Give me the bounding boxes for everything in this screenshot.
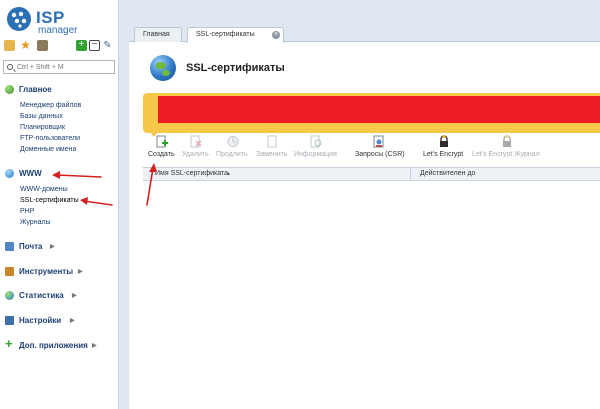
- renew-label: Продлить: [216, 151, 248, 158]
- csr-requests-button[interactable]: Запросы (CSR): [353, 133, 405, 163]
- sidebar-section-label: Доп. приложения: [19, 341, 88, 350]
- csr-icon: [373, 135, 384, 148]
- settings-icon: [5, 316, 14, 325]
- tab-label: Главная: [143, 31, 170, 38]
- logo[interactable]: ISP manager: [6, 6, 116, 36]
- pin-icon[interactable]: ✎: [102, 40, 113, 51]
- lock-log-icon: [503, 135, 511, 147]
- delete-button[interactable]: Удалить: [180, 133, 212, 163]
- lets-encrypt-log-button[interactable]: Let's Encrypt Журнал: [471, 133, 545, 163]
- renew-icon: [227, 136, 239, 147]
- sidebar-item-ssl-certificates[interactable]: SSL-сертификаты: [20, 197, 79, 204]
- search-input[interactable]: [17, 62, 112, 72]
- page-title: SSL-сертификаты: [186, 62, 285, 74]
- briefcase-icon[interactable]: [37, 40, 48, 51]
- mail-icon: [5, 242, 14, 251]
- info-label: Информация: [294, 151, 337, 158]
- notification-banner: [143, 93, 600, 137]
- column-header-valid-until[interactable]: Действителен до: [420, 170, 475, 177]
- sidebar-section-settings[interactable]: Настройки ▶: [4, 315, 94, 327]
- sidebar-section-label: Главное: [19, 85, 52, 94]
- tab-home[interactable]: Главная: [134, 27, 182, 42]
- chevron-right-icon: ▶: [70, 318, 75, 324]
- create-button[interactable]: Создать: [146, 133, 178, 163]
- lets-encrypt-log-label: Let's Encrypt Журнал: [472, 151, 540, 158]
- main-content: SSL-сертификаты Создать Удалить Продлить…: [129, 43, 600, 409]
- favorites-star-icon[interactable]: ★: [20, 39, 31, 51]
- sidebar-section-main[interactable]: Главное: [4, 84, 84, 96]
- chevron-right-icon: ▶: [50, 244, 55, 250]
- delete-label: Удалить: [182, 151, 209, 158]
- replace-icon: [267, 135, 277, 148]
- sort-ascending-icon[interactable]: ▲: [226, 171, 231, 177]
- sidebar-item-ftp-users[interactable]: FTP-пользователи: [20, 135, 80, 142]
- expand-all-icon[interactable]: +: [76, 40, 87, 51]
- collapse-all-icon[interactable]: −: [89, 40, 100, 51]
- www-globe-icon: [5, 169, 14, 178]
- lets-encrypt-label: Let's Encrypt: [423, 151, 464, 158]
- tab-label: SSL-сертификаты: [196, 31, 255, 38]
- column-divider[interactable]: [410, 168, 411, 181]
- info-icon: [310, 135, 322, 148]
- tools-icon: [5, 267, 14, 276]
- sidebar-section-extra-apps[interactable]: + Доп. приложения ▶: [4, 336, 114, 352]
- delete-icon: [190, 135, 202, 148]
- isp-manager-window: ISP manager ★ + − ✎ Главное Менеджер фай…: [0, 0, 600, 409]
- tab-ssl-certificates[interactable]: SSL-сертификаты ×: [187, 27, 284, 43]
- sidebar-item-domain-names[interactable]: Доменные имена: [20, 146, 76, 153]
- renew-button[interactable]: Продлить: [215, 133, 251, 163]
- toolbar: Создать Удалить Продлить Заменить Информ…: [129, 133, 600, 163]
- chevron-right-icon: ▶: [78, 269, 83, 275]
- logo-text-manager: manager: [38, 25, 78, 36]
- sidebar-item-logs[interactable]: Журналы: [20, 219, 51, 226]
- sidebar-section-mail[interactable]: Почта ▶: [4, 241, 64, 253]
- globe-icon: [150, 55, 176, 81]
- isp-logo-icon: [7, 7, 31, 31]
- sidebar-toolbar: ★ + − ✎: [4, 39, 116, 54]
- sidebar-item-www-domains[interactable]: WWW-домены: [20, 186, 68, 193]
- plus-icon: +: [5, 336, 13, 351]
- bookmarks-icon[interactable]: [4, 40, 15, 51]
- sidebar-section-tools[interactable]: Инструменты ▶: [4, 266, 94, 278]
- replace-button[interactable]: Заменить: [254, 133, 290, 163]
- sidebar-section-label: WWW: [19, 169, 42, 178]
- tab-strip: Главная SSL-сертификаты ×: [129, 0, 600, 43]
- sidebar-item-scheduler[interactable]: Планировщик: [20, 124, 65, 131]
- lock-icon: [440, 135, 448, 147]
- stats-icon: [5, 291, 14, 300]
- chevron-right-icon: ▶: [92, 343, 97, 349]
- replace-label: Заменить: [256, 151, 288, 158]
- search-icon: [7, 64, 13, 70]
- sidebar-section-www[interactable]: WWW: [4, 168, 64, 180]
- sidebar-section-label: Статистика: [19, 291, 64, 300]
- create-icon: [156, 135, 168, 148]
- sidebar-section-label: Почта: [19, 242, 43, 251]
- sidebar-section-label: Настройки: [19, 316, 62, 325]
- globe-icon: [5, 85, 14, 94]
- lets-encrypt-button[interactable]: Let's Encrypt: [422, 133, 468, 163]
- sidebar-section-statistics[interactable]: Статистика ▶: [4, 290, 94, 302]
- table-header: Имя SSL-сертификата ▲ Действителен до: [143, 167, 600, 181]
- sidebar-item-php[interactable]: PHP: [20, 208, 34, 215]
- redacted-area: [158, 96, 600, 123]
- info-button[interactable]: Информация: [292, 133, 342, 163]
- sidebar-item-file-manager[interactable]: Менеджер файлов: [20, 102, 81, 109]
- create-label: Создать: [148, 151, 175, 158]
- chevron-right-icon: ▶: [72, 293, 77, 299]
- sidebar-item-databases[interactable]: Базы данных: [20, 113, 63, 120]
- sidebar: ISP manager ★ + − ✎ Главное Менеджер фай…: [0, 0, 118, 409]
- sidebar-section-label: Инструменты: [19, 267, 74, 276]
- close-icon[interactable]: ×: [272, 31, 280, 39]
- search-box[interactable]: [3, 60, 115, 74]
- sidebar-splitter[interactable]: [118, 0, 129, 409]
- column-header-certificate-name[interactable]: Имя SSL-сертификата: [155, 170, 228, 177]
- csr-label: Запросы (CSR): [355, 151, 405, 158]
